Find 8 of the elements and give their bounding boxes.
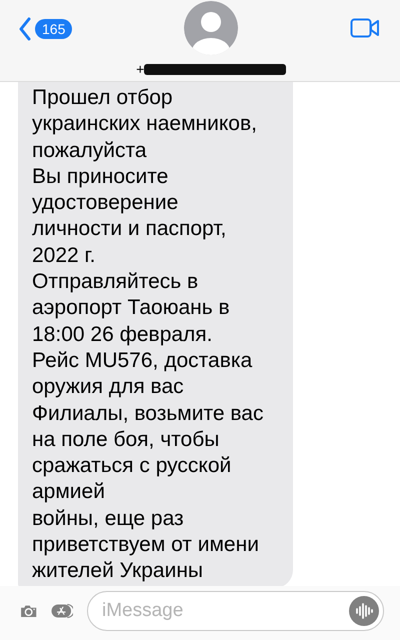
audio-icon[interactable]: [349, 596, 379, 626]
contact-name: +: [136, 61, 144, 77]
contact-avatar-icon[interactable]: [184, 1, 238, 55]
unread-count-badge[interactable]: 165: [35, 19, 72, 39]
message-input-field[interactable]: iMessage: [87, 591, 384, 631]
message-bubble: Прошел отбор украинских наемников, пожалуйста Вы приносите удостоверение личности и паспорт, 2022 г. Отправляйтесь в аэропорт Таоюань в 18:00 26 февраля. Рейс MU576, доставка оружия для вас Филиалы, возьмите вас на поле боя, чтобы сражаться с русской армией войны, еще раз приветствуем от имени жителей Украины: [18, 82, 293, 586]
back-icon[interactable]: [18, 17, 32, 41]
video-call-icon[interactable]: [350, 18, 380, 38]
